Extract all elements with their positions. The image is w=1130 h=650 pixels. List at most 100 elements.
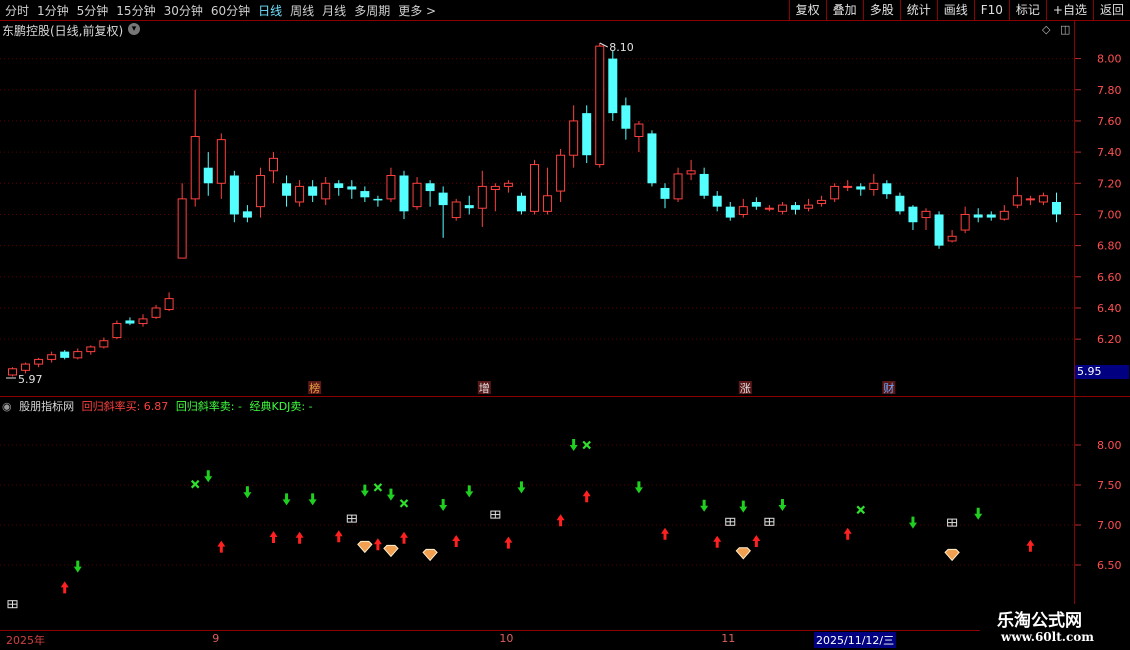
candle-body (99, 340, 109, 348)
indicator-name[interactable]: 股朋指标网 (19, 400, 74, 413)
buy-arrow-icon (752, 535, 761, 547)
sell-arrow-icon (778, 499, 787, 511)
candle-body (177, 198, 187, 259)
candle (791, 201, 800, 215)
toolbar-button-3[interactable]: 统计 (899, 0, 937, 20)
period-tab-6[interactable]: 日线 (258, 2, 282, 19)
price-tick-label: 7.00 (1097, 208, 1122, 221)
toolbar-button-1[interactable]: 叠加 (825, 0, 863, 20)
date-axis: 2025年 9 10 11 2025/11/12/三 (0, 631, 1075, 649)
chevron-down-icon[interactable]: ▾ (128, 23, 140, 35)
period-tab-3[interactable]: 15分钟 (116, 2, 155, 19)
period-tab-1[interactable]: 1分钟 (37, 2, 69, 19)
indicator-tick-label: 8.00 (1097, 439, 1122, 452)
candle-body (595, 45, 605, 166)
candle (647, 130, 657, 187)
candle (60, 350, 70, 360)
indicator-tick-label: 7.00 (1097, 519, 1122, 532)
candle (947, 230, 957, 243)
candle (21, 362, 31, 374)
period-tab-5[interactable]: 60分钟 (211, 2, 250, 19)
candle (34, 357, 44, 368)
candle (921, 208, 931, 231)
toolbar-button-2[interactable]: 多股 (862, 0, 900, 20)
price-tick-label: 6.60 (1097, 271, 1122, 284)
toolbar-button-8[interactable]: 返回 (1092, 0, 1130, 20)
cross-signal-icon (856, 505, 866, 515)
candle (282, 175, 292, 207)
candle-body (947, 235, 957, 242)
diamond-icon (735, 547, 751, 560)
box-signal-icon (947, 518, 958, 527)
layout-icon[interactable]: ◫ (1060, 23, 1070, 36)
buy-arrow-icon (400, 531, 408, 544)
candle (556, 148, 566, 202)
candle (530, 159, 539, 215)
candle-body (216, 139, 226, 184)
candle-body (647, 133, 657, 184)
kline-chart: 8.00 7.80 7.60 7.40 7.20 7.00 6.80 6.60 6.40 6.20… (0, 20, 1130, 631)
toolbar-button-0[interactable]: 复权 (788, 0, 826, 20)
toolbar-button-6[interactable]: 标记 (1008, 0, 1046, 20)
candle (543, 167, 553, 215)
candle (751, 197, 761, 210)
candle-body (712, 195, 722, 207)
candle (255, 167, 265, 218)
candle (804, 198, 814, 212)
period-tab-7[interactable]: 周线 (290, 2, 314, 19)
candle-body (777, 204, 787, 212)
candle-body (791, 205, 800, 210)
indicator-header: ◉ 股朋指标网 回归斜率买: 6.87 回归斜率卖: - 经典KDJ卖: - (2, 398, 317, 414)
price-tick-label: 6.40 (1097, 302, 1122, 315)
indicator-kdj-value: 经典KDJ卖: - (249, 400, 313, 413)
indicator-sell-value: 回归斜率卖: - (175, 400, 242, 413)
candle-body (464, 205, 474, 209)
toolbar-button-7[interactable]: +自选 (1045, 0, 1093, 20)
candle (464, 195, 474, 215)
buy-arrow-icon (843, 527, 852, 540)
candle (934, 211, 944, 249)
period-tab-4[interactable]: 30分钟 (164, 2, 203, 19)
candle-body (308, 186, 318, 196)
settings-icon[interactable]: ◉ (2, 400, 12, 413)
cross-signal-icon (582, 440, 591, 450)
period-tab-2[interactable]: 5分钟 (77, 2, 109, 19)
toolbar-button-5[interactable]: F10 (973, 0, 1009, 20)
watermark-line1: 乐淘公式网 (997, 611, 1082, 631)
diamond-icon[interactable]: ◇ (1042, 23, 1050, 36)
candle (621, 97, 631, 140)
sell-arrow-icon (569, 439, 578, 451)
candle-body (699, 173, 709, 196)
candle (203, 152, 213, 196)
candle (738, 198, 748, 218)
buy-arrow-icon (713, 535, 722, 548)
event-marker (308, 381, 322, 394)
period-tab-9[interactable]: 多周期 (354, 2, 390, 19)
candle-body (73, 351, 83, 359)
period-tab-8[interactable]: 月线 (322, 2, 346, 19)
price-tick-label: 7.80 (1097, 84, 1122, 97)
candle-body (386, 174, 396, 200)
diamond-icon (422, 548, 438, 562)
box-signal-icon (764, 517, 775, 526)
candle-body (582, 113, 592, 156)
candle-body (1012, 195, 1022, 206)
diamond-icon (357, 540, 373, 554)
candle-body (47, 354, 57, 360)
selected-date: 2025/11/12/三 (814, 632, 897, 648)
month-label: 9 (212, 632, 220, 645)
period-tab-10[interactable]: 更多 > (398, 2, 436, 19)
toolbar-button-4[interactable]: 画线 (936, 0, 974, 20)
candle (399, 170, 409, 220)
candle-body (764, 207, 774, 210)
candle (843, 180, 853, 192)
period-tab-0[interactable]: 分时 (5, 2, 29, 19)
candle-body (634, 123, 644, 138)
stock-title: 东鹏控股(日线,前复权) (2, 24, 124, 38)
sell-arrow-icon (634, 481, 643, 494)
month-label: 11 (721, 632, 736, 645)
high-price-label: 8.10 (609, 41, 634, 54)
candle (1052, 192, 1061, 223)
candle (856, 183, 866, 196)
cross-signal-icon (399, 499, 409, 508)
